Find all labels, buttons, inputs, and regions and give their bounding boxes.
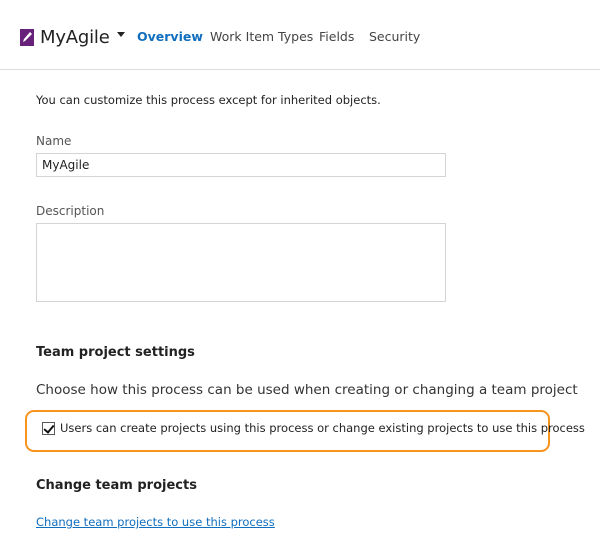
caret-down-icon[interactable] [116, 31, 125, 37]
allow-create-projects-label[interactable]: Users can create projects using this pro… [60, 421, 585, 435]
checkmark-icon [43, 421, 55, 434]
change-team-projects-heading: Change team projects [36, 478, 197, 493]
change-team-projects-link[interactable]: Change team projects to use this process [36, 515, 275, 529]
name-label: Name [36, 134, 72, 148]
tab-overview[interactable]: Overview [137, 29, 203, 44]
choose-usage-text: Choose how this process can be used when… [36, 382, 578, 398]
process-selector[interactable]: MyAgile [20, 24, 125, 50]
allow-create-projects-checkbox[interactable] [42, 421, 55, 435]
intro-text: You can customize this process except fo… [36, 93, 381, 107]
top-navigation-bar: MyAgile Overview Work Item Types Fields … [0, 0, 600, 70]
team-project-settings-heading: Team project settings [36, 345, 195, 360]
tab-fields[interactable]: Fields [319, 29, 354, 44]
tab-security[interactable]: Security [369, 29, 420, 44]
description-textarea[interactable] [36, 223, 446, 302]
tab-work-item-types[interactable]: Work Item Types [210, 29, 313, 44]
description-label: Description [36, 204, 105, 218]
pencil-icon [20, 28, 34, 46]
name-input[interactable] [36, 153, 446, 177]
allow-create-projects-option[interactable]: Users can create projects using this pro… [42, 421, 585, 435]
process-name-label: MyAgile [40, 26, 110, 48]
